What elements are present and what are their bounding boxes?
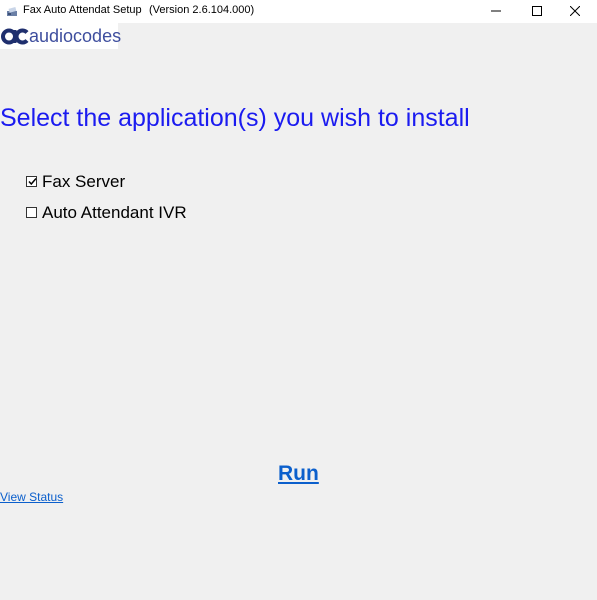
option-fax-server[interactable]: Fax Server xyxy=(26,171,125,191)
fax-app-icon xyxy=(6,5,18,17)
window-version: (Version 2.6.104.000) xyxy=(149,4,255,16)
minimize-icon xyxy=(491,3,501,21)
page-heading: Select the application(s) you wish to in… xyxy=(0,104,470,132)
minimize-button[interactable] xyxy=(474,0,518,23)
fax-server-checkbox[interactable] xyxy=(26,175,37,187)
option-auto-attendant-ivr[interactable]: Auto Attendant IVR xyxy=(26,202,187,222)
setup-window: Fax Auto Attendat Setup (Version 2.6.104… xyxy=(0,0,597,600)
close-icon xyxy=(569,3,581,21)
window-title: Fax Auto Attendat Setup xyxy=(23,4,142,16)
run-link[interactable]: Run xyxy=(278,462,319,486)
audiocodes-logo-mark xyxy=(1,28,29,45)
logo-text: audiocodes xyxy=(29,26,122,46)
checkmark-icon xyxy=(28,177,37,185)
view-status-link[interactable]: View Status xyxy=(0,490,63,504)
audiocodes-logo: audiocodes xyxy=(0,23,122,49)
maximize-icon xyxy=(532,3,542,21)
fax-server-label[interactable]: Fax Server xyxy=(42,172,125,192)
auto-attendant-ivr-label[interactable]: Auto Attendant IVR xyxy=(42,203,187,223)
close-button[interactable] xyxy=(553,0,597,23)
title-bar: Fax Auto Attendat Setup (Version 2.6.104… xyxy=(0,0,597,23)
auto-attendant-ivr-checkbox[interactable] xyxy=(26,206,37,218)
